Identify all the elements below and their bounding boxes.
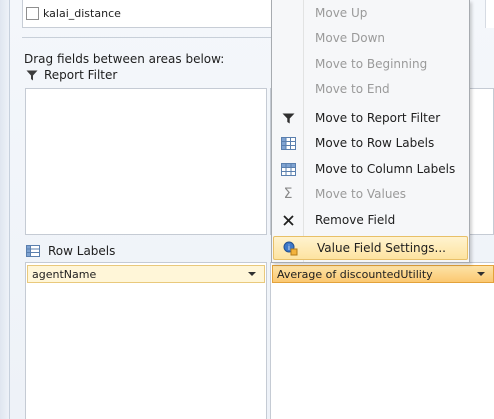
menu-item-label: Move to Values — [315, 187, 407, 201]
report-filter-header: Report Filter — [26, 68, 117, 82]
row-labels-label: Row Labels — [48, 244, 116, 258]
menu-item-remove-field[interactable]: Remove Field — [272, 208, 469, 232]
menu-item-label: Move to Column Labels — [315, 162, 456, 176]
value-field-average-discountedutility[interactable]: Average of discountedUtility — [272, 265, 494, 283]
sigma-icon: Σ — [283, 186, 293, 202]
menu-item-label: Move to End — [315, 82, 390, 96]
svg-text:i: i — [288, 244, 290, 252]
dropdown-arrow-icon[interactable] — [477, 272, 485, 276]
menu-item-move-to-report-filter[interactable]: Move to Report Filter — [272, 106, 469, 130]
menu-item-move-to-column-labels[interactable]: Move to Column Labels — [272, 157, 469, 181]
values-area[interactable] — [270, 262, 494, 419]
field-row-kalai-distance[interactable]: kalai_distance — [26, 5, 121, 21]
menu-item-move-to-beginning[interactable]: Move to Beginning — [272, 52, 469, 76]
filter-icon — [272, 106, 304, 130]
panel-left-edge — [0, 0, 10, 419]
row-field-label: agentName — [32, 267, 97, 281]
column-labels-icon — [272, 157, 304, 181]
field-list-scrollbar[interactable] — [485, 0, 494, 28]
row-labels-area[interactable] — [25, 262, 267, 419]
row-labels-icon — [272, 131, 304, 155]
menu-item-label: Move to Row Labels — [315, 136, 435, 150]
report-filter-area[interactable] — [25, 88, 267, 235]
menu-item-label: Move Down — [315, 31, 385, 45]
menu-item-label: Remove Field — [315, 213, 396, 227]
value-field-label: Average of discountedUtility — [277, 267, 433, 281]
report-filter-label: Report Filter — [44, 68, 118, 82]
field-label: kalai_distance — [43, 6, 121, 20]
menu-item-label: Move to Beginning — [315, 57, 428, 71]
panel-divider — [22, 37, 272, 38]
menu-item-move-to-values[interactable]: Σ Move to Values — [272, 182, 469, 206]
remove-icon — [272, 208, 304, 232]
menu-item-label: Move to Report Filter — [315, 111, 441, 125]
menu-item-move-down[interactable]: Move Down — [272, 26, 469, 50]
row-labels-header: Row Labels — [26, 244, 115, 258]
menu-item-move-up[interactable]: Move Up — [272, 1, 469, 25]
menu-item-move-to-end[interactable]: Move to End — [272, 77, 469, 101]
value-settings-icon: i — [274, 236, 306, 260]
menu-item-label: Value Field Settings... — [317, 241, 446, 255]
filter-icon — [26, 70, 38, 81]
menu-item-value-field-settings[interactable]: i Value Field Settings... — [273, 236, 468, 260]
drag-hint-text: Drag fields between areas below: — [24, 52, 225, 66]
row-labels-icon — [26, 245, 40, 257]
menu-item-label: Move Up — [315, 6, 368, 20]
row-field-agentname[interactable]: agentName — [27, 265, 265, 283]
field-checkbox[interactable] — [26, 6, 39, 20]
dropdown-arrow-icon[interactable] — [248, 272, 256, 276]
menu-item-move-to-row-labels[interactable]: Move to Row Labels — [272, 131, 469, 155]
